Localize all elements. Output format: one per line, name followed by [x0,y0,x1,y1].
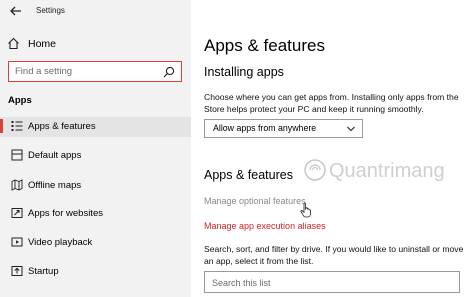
sidebar-item-label: Apps for websites [28,208,103,219]
apps-features-heading: Apps & features [204,168,293,182]
window-title: Settings [36,6,65,15]
sidebar-item-video-playback[interactable]: Video playback [0,233,191,253]
dropdown-selected-value: Allow apps from anywhere [213,123,317,133]
manage-optional-features-link[interactable]: Manage optional features [204,196,306,206]
default-apps-icon [11,149,23,161]
sidebar-item-apps-features[interactable]: Apps & features [0,117,191,137]
sidebar-item-apps-for-websites[interactable]: Apps for websites [0,204,191,224]
section-label-apps: Apps [8,95,32,106]
search-description: Search, sort, and filter by drive. If yo… [204,244,464,266]
find-setting-box[interactable] [8,61,182,82]
back-arrow-icon[interactable] [9,4,23,18]
chevron-down-icon [347,126,355,132]
sidebar-item-label: Startup [28,266,59,277]
find-setting-input[interactable] [15,65,155,78]
search-list-input[interactable] [212,276,412,289]
search-list-box[interactable] [204,271,460,293]
sidebar-item-label: Offline maps [28,180,82,191]
selection-accent [0,119,3,133]
installing-apps-heading: Installing apps [204,65,284,79]
sidebar-item-label: Video playback [28,237,93,248]
main-content: Apps & features Installing apps Choose w… [191,0,474,297]
sidebar: Settings Home Apps Apps & features Defau… [0,0,191,297]
sidebar-item-label: Apps & features [28,121,96,132]
sidebar-item-default-apps[interactable]: Default apps [0,146,191,166]
sidebar-item-offline-maps[interactable]: Offline maps [0,176,191,196]
title-bar: Settings [0,0,191,26]
home-link[interactable]: Home [0,33,191,55]
sidebar-item-label: Default apps [28,150,82,161]
sidebar-item-startup[interactable]: Startup [0,262,191,282]
map-icon [11,179,23,191]
home-icon [8,37,19,50]
home-label: Home [28,38,57,50]
web-link-icon [11,208,23,218]
hand-cursor-icon [300,202,311,218]
page-title: Apps & features [204,36,325,55]
video-icon [11,237,23,247]
install-source-dropdown[interactable]: Allow apps from anywhere [204,119,363,138]
installing-apps-description: Choose where you can get apps from. Inst… [204,92,459,114]
search-icon[interactable] [163,66,175,78]
startup-icon [11,266,23,276]
list-icon [11,121,23,131]
manage-app-execution-aliases-link[interactable]: Manage app execution aliases [204,221,326,231]
